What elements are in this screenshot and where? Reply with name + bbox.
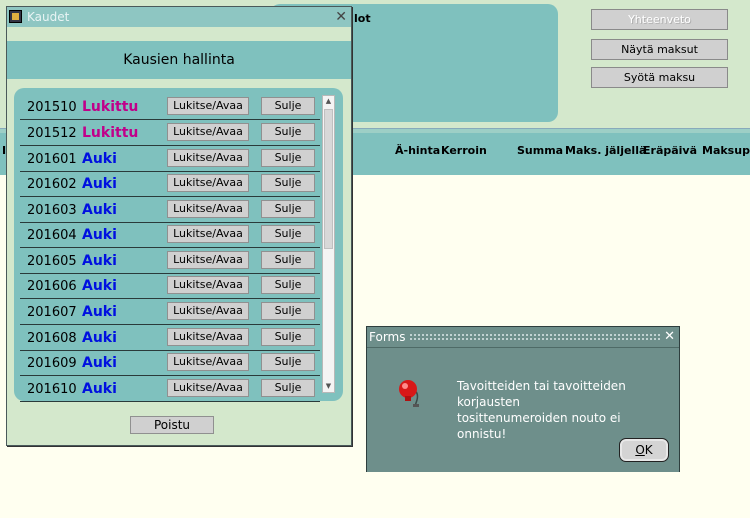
enter-payment-button[interactable]: Syötä maksu [591, 67, 728, 88]
close-period-button[interactable]: Sulje [261, 200, 315, 218]
column-header-payment-date: Maksupä [702, 144, 750, 157]
lock-toggle-button[interactable]: Lukitse/Avaa [167, 302, 249, 320]
kaudet-window: Kaudet ✕ Kausien hallinta 201510 Lukittu L… [6, 6, 352, 446]
show-payments-button[interactable]: Näytä maksut [591, 39, 728, 60]
period-status: Auki [82, 381, 117, 397]
period-status: Lukittu [82, 125, 139, 141]
forms-titlebar[interactable]: Forms ✕ [367, 327, 679, 347]
scroll-thumb[interactable] [324, 109, 333, 249]
period-code: 201609 [27, 356, 77, 371]
period-code: 201604 [27, 228, 77, 243]
period-code: 201606 [27, 279, 77, 294]
lock-toggle-button[interactable]: Lukitse/Avaa [167, 328, 249, 346]
period-row: 201512 Lukittu Lukitse/Avaa Sulje [20, 120, 320, 146]
kaudet-title: Kaudet [27, 10, 70, 24]
column-header-multiplier: Kerroin [441, 144, 487, 157]
kaudet-titlebar[interactable]: Kaudet ✕ [7, 7, 351, 27]
column-header-due-date: Eräpäivä [643, 144, 698, 157]
scroll-up-icon[interactable]: ▲ [323, 96, 334, 107]
period-status: Auki [82, 304, 117, 320]
close-period-button[interactable]: Sulje [261, 276, 315, 294]
period-row: 201610 Auki Lukitse/Avaa Sulje [20, 376, 320, 402]
alarm-bell-icon [399, 380, 419, 407]
period-row: 201601 Auki Lukitse/Avaa Sulje [20, 146, 320, 172]
lock-toggle-button[interactable]: Lukitse/Avaa [167, 251, 249, 269]
period-row: 201609 Auki Lukitse/Avaa Sulje [20, 350, 320, 376]
close-period-button[interactable]: Sulje [261, 97, 315, 115]
column-header-sum: Summa [517, 144, 564, 157]
period-status: Auki [82, 227, 117, 243]
close-period-button[interactable]: Sulje [261, 302, 315, 320]
period-code: 201605 [27, 254, 77, 269]
period-row: 201608 Auki Lukitse/Avaa Sulje [20, 325, 320, 351]
kaudet-heading: Kausien hallinta [7, 41, 351, 79]
period-status: Auki [82, 202, 117, 218]
titlebar-grip [409, 333, 661, 341]
lock-toggle-button[interactable]: Lukitse/Avaa [167, 276, 249, 294]
lock-toggle-button[interactable]: Lukitse/Avaa [167, 149, 249, 167]
ok-button[interactable]: OK [619, 438, 669, 462]
period-row: 201606 Auki Lukitse/Avaa Sulje [20, 273, 320, 299]
lock-toggle-button[interactable]: Lukitse/Avaa [167, 225, 249, 243]
period-row: 201603 Auki Lukitse/Avaa Sulje [20, 197, 320, 223]
close-period-button[interactable]: Sulje [261, 123, 315, 141]
lock-toggle-button[interactable]: Lukitse/Avaa [167, 97, 249, 115]
period-status: Auki [82, 151, 117, 167]
lock-toggle-button[interactable]: Lukitse/Avaa [167, 379, 249, 397]
period-row: 201607 Auki Lukitse/Avaa Sulje [20, 299, 320, 325]
period-code: 201512 [27, 126, 77, 141]
close-period-button[interactable]: Sulje [261, 225, 315, 243]
period-list-panel: 201510 Lukittu Lukitse/Avaa Sulje 201512 Luki… [14, 88, 343, 402]
kaudet-band [7, 27, 351, 41]
lock-toggle-button[interactable]: Lukitse/Avaa [167, 353, 249, 371]
scroll-down-icon[interactable]: ▼ [323, 381, 334, 392]
period-row: 201510 Lukittu Lukitse/Avaa Sulje [20, 94, 320, 120]
close-period-button[interactable]: Sulje [261, 149, 315, 167]
scrollbar[interactable]: ▲ ▼ [322, 95, 335, 393]
close-period-button[interactable]: Sulje [261, 328, 315, 346]
ok-label-accelerator: O [635, 443, 645, 457]
close-icon[interactable]: ✕ [664, 327, 675, 347]
close-period-button[interactable]: Sulje [261, 379, 315, 397]
period-code: 201608 [27, 331, 77, 346]
forms-title: Forms [369, 330, 406, 344]
forms-message-line-1: Tavoitteiden tai tavoitteiden korjausten [457, 379, 626, 409]
close-period-button[interactable]: Sulje [261, 353, 315, 371]
exit-button[interactable]: Poistu [130, 416, 214, 434]
close-icon[interactable]: ✕ [335, 7, 347, 27]
window-app-icon [9, 10, 22, 23]
period-row: 201604 Auki Lukitse/Avaa Sulje [20, 222, 320, 248]
period-code: 201510 [27, 100, 77, 115]
period-status: Auki [82, 278, 117, 294]
close-period-button[interactable]: Sulje [261, 251, 315, 269]
period-status: Auki [82, 330, 117, 346]
lock-toggle-button[interactable]: Lukitse/Avaa [167, 123, 249, 141]
ok-label-rest: K [644, 443, 653, 457]
period-status: Lukittu [82, 99, 139, 115]
period-code: 201602 [27, 177, 77, 192]
period-row: 201602 Auki Lukitse/Avaa Sulje [20, 171, 320, 197]
forms-dialog: Forms ✕ Tavoitteiden tai tavoitteiden ko… [366, 326, 680, 472]
period-status: Auki [82, 355, 117, 371]
lock-toggle-button[interactable]: Lukitse/Avaa [167, 174, 249, 192]
background-panel-label: lot [354, 12, 371, 25]
period-row: 201605 Auki Lukitse/Avaa Sulje [20, 248, 320, 274]
lock-toggle-button[interactable]: Lukitse/Avaa [167, 200, 249, 218]
column-header-unit-price: Ä-hinta [395, 144, 441, 157]
forms-message: Tavoitteiden tai tavoitteiden korjausten… [457, 378, 667, 442]
summary-button[interactable]: Yhteenveto [591, 9, 728, 30]
period-code: 201610 [27, 382, 77, 397]
period-code: 201603 [27, 203, 77, 218]
period-status: Auki [82, 253, 117, 269]
period-code: 201601 [27, 152, 77, 167]
period-status: Auki [82, 176, 117, 192]
forms-body: Tavoitteiden tai tavoitteiden korjausten… [367, 347, 679, 472]
period-code: 201607 [27, 305, 77, 320]
column-header-remaining: Maks. jäljellä [565, 144, 647, 157]
close-period-button[interactable]: Sulje [261, 174, 315, 192]
